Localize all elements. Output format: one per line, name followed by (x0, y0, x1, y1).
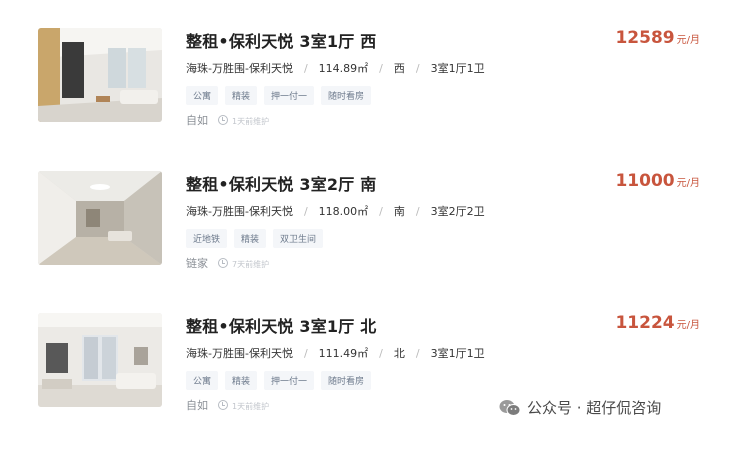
price-unit: 元/月 (676, 35, 700, 46)
separator: / (415, 205, 420, 218)
tag-list: 近地铁 精装 双卫生间 (186, 227, 330, 248)
separator: / (415, 347, 420, 360)
orientation: 西 (393, 62, 405, 75)
listing-card[interactable]: 整租•保利天悦 3室2厅 南 11000 元/月 海珠-万胜围-保利天悦 / 118.… (0, 171, 740, 311)
price-value: 11224 (615, 313, 675, 333)
separator: / (379, 205, 383, 218)
tag: 公寓 (186, 371, 219, 390)
wechat-icon (499, 399, 521, 421)
tag-list: 公寓 精装 押一付一 随时看房 (186, 369, 378, 390)
room-layout: 3室2厅2卫 (430, 205, 485, 218)
tag: 精装 (234, 229, 267, 248)
listing-meta: 海珠-万胜围-保利天悦 / 111.49㎡ / 北 / 3室1厅1卫 (186, 345, 485, 361)
listing-agent: 自如 1天前维护 (186, 397, 269, 413)
price-unit: 元/月 (676, 320, 700, 331)
agent-name: 自如 (186, 114, 208, 127)
tag: 随时看房 (321, 371, 372, 390)
listing-meta: 海珠-万胜围-保利天悦 / 118.00㎡ / 南 / 3室2厅2卫 (186, 203, 485, 219)
orientation: 北 (393, 347, 405, 360)
district[interactable]: 海珠-万胜围-保利天悦 (186, 62, 293, 75)
separator: / (303, 347, 308, 360)
separator: / (379, 347, 383, 360)
tag: 近地铁 (186, 229, 228, 248)
listing-card[interactable]: 整租•保利天悦 3室1厅 西 12589 元/月 海珠-万胜围-保利天悦 / 114.… (0, 28, 740, 168)
listing-price: 11224 元/月 (615, 313, 700, 333)
tag: 公寓 (186, 86, 219, 105)
tag: 押一付一 (264, 371, 315, 390)
clock-icon (218, 400, 228, 410)
listing-meta: 海珠-万胜围-保利天悦 / 114.89㎡ / 西 / 3室1厅1卫 (186, 60, 485, 76)
watermark: 公众号 · 超仔侃咨询 (499, 397, 661, 421)
tag: 随时看房 (321, 86, 372, 105)
agent-name: 链家 (186, 257, 208, 270)
watermark-text: 公众号 · 超仔侃咨询 (527, 399, 662, 417)
room-layout: 3室1厅1卫 (430, 62, 485, 75)
tag: 精装 (225, 86, 258, 105)
tag: 精装 (225, 371, 258, 390)
listing-title[interactable]: 整租•保利天悦 3室1厅 西 (186, 28, 376, 52)
room-layout: 3室1厅1卫 (430, 347, 485, 360)
price-value: 12589 (615, 28, 675, 48)
listing-title[interactable]: 整租•保利天悦 3室2厅 南 (186, 171, 376, 195)
separator: / (415, 62, 420, 75)
separator: / (303, 205, 308, 218)
listing-agent: 链家 7天前维护 (186, 255, 269, 271)
area: 118.00㎡ (318, 205, 369, 218)
area: 111.49㎡ (318, 347, 369, 360)
district[interactable]: 海珠-万胜围-保利天悦 (186, 347, 293, 360)
listing-agent: 自如 1天前维护 (186, 112, 269, 128)
area: 114.89㎡ (318, 62, 369, 75)
tag: 押一付一 (264, 86, 315, 105)
tag: 双卫生间 (273, 229, 324, 248)
listing-card[interactable]: 整租•保利天悦 3室1厅 北 11224 元/月 海珠-万胜围-保利天悦 / 111.… (0, 313, 740, 453)
update-time: 7天前维护 (232, 260, 270, 269)
update-time: 1天前维护 (232, 402, 270, 411)
orientation: 南 (393, 205, 405, 218)
listing-photo[interactable] (38, 28, 162, 122)
tag-list: 公寓 精装 押一付一 随时看房 (186, 84, 378, 105)
price-unit: 元/月 (676, 178, 700, 189)
listing-price: 11000 元/月 (615, 171, 700, 191)
listing-title[interactable]: 整租•保利天悦 3室1厅 北 (186, 313, 376, 337)
listing-price: 12589 元/月 (615, 28, 700, 48)
listing-photo[interactable] (38, 171, 162, 265)
district[interactable]: 海珠-万胜围-保利天悦 (186, 205, 293, 218)
price-value: 11000 (615, 171, 675, 191)
separator: / (303, 62, 308, 75)
clock-icon (218, 258, 228, 268)
agent-name: 自如 (186, 399, 208, 412)
update-time: 1天前维护 (232, 117, 270, 126)
clock-icon (218, 115, 228, 125)
separator: / (379, 62, 383, 75)
listing-photo[interactable] (38, 313, 162, 407)
